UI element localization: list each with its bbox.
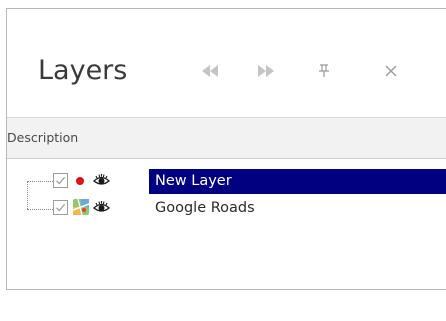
layer-tree: New Layer Google Roads (7, 159, 446, 289)
pin-icon[interactable] (314, 59, 334, 83)
layer-visibility-checkbox[interactable] (53, 173, 68, 188)
close-icon[interactable] (381, 59, 401, 83)
map-tile-icon (73, 199, 89, 215)
red-dot-icon (76, 177, 84, 185)
panel-header: Layers (7, 9, 446, 117)
last-icon[interactable] (253, 59, 279, 83)
column-header[interactable]: Description (7, 117, 446, 159)
layers-panel: Layers Description New Layer Google Road… (6, 8, 446, 290)
eye-icon[interactable] (93, 199, 110, 216)
checkmark-icon (56, 176, 66, 185)
layer-row-google-roads[interactable]: Google Roads (7, 196, 446, 221)
column-header-description: Description (7, 130, 79, 145)
first-icon[interactable] (197, 59, 223, 83)
eye-icon[interactable] (93, 172, 110, 189)
checkmark-icon (56, 203, 66, 212)
layer-label[interactable]: Google Roads (149, 196, 262, 221)
panel-title: Layers (38, 55, 128, 86)
layer-row-new-layer[interactable]: New Layer (7, 169, 446, 194)
layer-visibility-checkbox[interactable] (53, 200, 68, 215)
layer-label[interactable]: New Layer (149, 169, 446, 194)
